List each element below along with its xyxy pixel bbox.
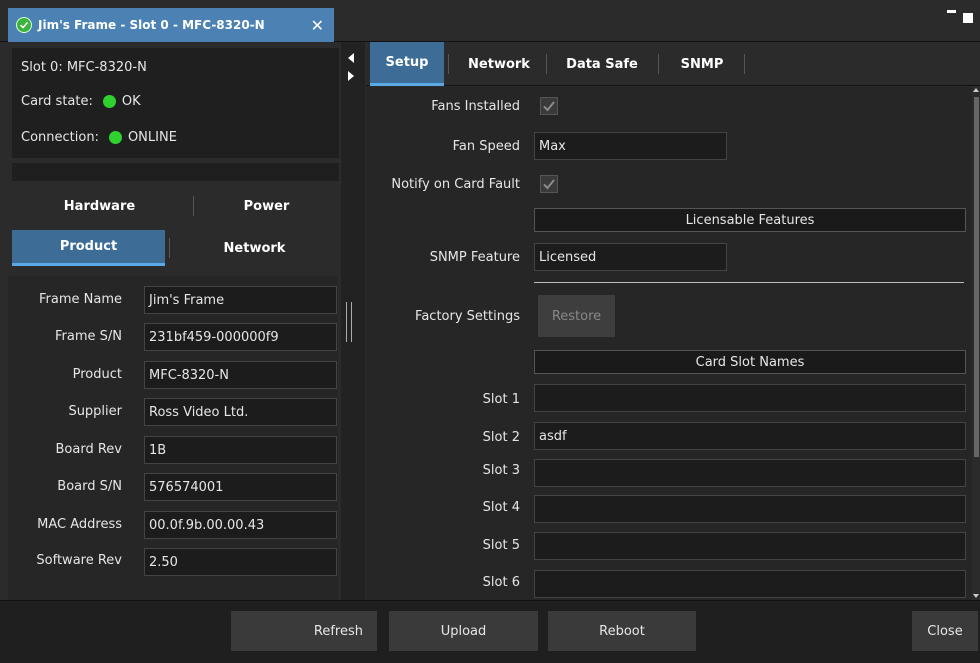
field-label: MAC Address — [37, 517, 122, 532]
restore-button[interactable]: Restore — [538, 295, 615, 337]
status-check-icon — [16, 17, 32, 33]
slot-5-field[interactable] — [534, 532, 966, 560]
fans-installed-label: Fans Installed — [431, 99, 520, 114]
slot-6-label: Slot 6 — [482, 575, 520, 590]
close-tab-icon[interactable]: ✕ — [311, 16, 324, 35]
connection-label: Connection: — [21, 130, 99, 145]
slot-4-label: Slot 4 — [482, 500, 520, 515]
tab-power[interactable]: Power — [195, 188, 338, 224]
refresh-button[interactable]: Refresh — [231, 611, 377, 651]
action-bar: Refresh Upload Reboot Close — [0, 600, 980, 663]
info-divider — [12, 163, 339, 181]
slot-2-field[interactable]: asdf — [534, 422, 966, 450]
splitter-grip[interactable] — [351, 302, 352, 342]
close-button[interactable]: Close — [912, 611, 978, 651]
card-state-led-icon — [102, 95, 116, 108]
product-fields-panel: Frame Name Jim's Frame Frame S/N 231bf45… — [8, 276, 338, 600]
frame-name-field[interactable]: Jim's Frame — [144, 286, 337, 314]
factory-settings-label: Factory Settings — [415, 309, 520, 324]
field-label: Supplier — [68, 404, 122, 419]
tab-data-safe[interactable]: Data Safe — [550, 42, 654, 86]
tab-separator — [193, 196, 194, 216]
snmp-feature-label: SNMP Feature — [429, 250, 520, 265]
collapse-left-icon[interactable] — [348, 53, 354, 63]
mac-address-field[interactable]: 00.0f.9b.00.00.43 — [144, 511, 337, 539]
slot-5-label: Slot 5 — [482, 538, 520, 553]
card-slot-names-header: Card Slot Names — [534, 350, 966, 374]
splitter-grip[interactable] — [346, 302, 347, 342]
licensable-features-header: Licensable Features — [534, 208, 966, 232]
scrollbar-thumb[interactable] — [974, 97, 979, 457]
snmp-feature-field[interactable]: Licensed — [534, 243, 727, 271]
connection-led-icon — [108, 131, 122, 144]
supplier-field[interactable]: Ross Video Ltd. — [144, 398, 337, 426]
board-sn-field[interactable]: 576574001 — [144, 473, 337, 501]
section-divider — [534, 282, 964, 283]
field-label: Frame Name — [39, 292, 122, 307]
field-label: Frame S/N — [55, 329, 122, 344]
expand-right-icon[interactable] — [348, 71, 354, 81]
slot-6-field[interactable] — [534, 570, 966, 598]
fans-installed-checkbox[interactable] — [540, 97, 558, 115]
minimize-icon[interactable] — [947, 10, 956, 13]
tab-product[interactable]: Product — [12, 230, 165, 266]
vertical-scrollbar[interactable] — [972, 87, 980, 600]
notify-card-fault-checkbox[interactable] — [540, 175, 558, 193]
tab-hardware[interactable]: Hardware — [12, 188, 187, 224]
tab-separator — [744, 54, 745, 74]
scroll-up-icon[interactable] — [973, 88, 979, 92]
checkmark-icon — [543, 179, 555, 190]
fan-speed-field[interactable]: Max — [534, 132, 727, 160]
field-label: Software Rev — [36, 553, 122, 568]
tab-separator — [448, 54, 449, 74]
maximize-icon[interactable] — [963, 13, 973, 23]
right-tab-bar: Setup Network Data Safe SNMP — [366, 42, 980, 86]
fan-speed-label: Fan Speed — [452, 139, 520, 154]
connection-line: Connection: ONLINE — [21, 130, 177, 145]
card-info-panel: Slot 0: MFC-8320-N Card state: OK Connec… — [12, 48, 339, 158]
tab-separator — [169, 238, 170, 258]
setup-panel: Fans Installed Fan Speed Max Notify on C… — [366, 87, 972, 600]
slot-line: Slot 0: MFC-8320-N — [21, 60, 147, 75]
field-label: Board S/N — [57, 479, 122, 494]
card-state-label: Card state: — [21, 94, 93, 109]
product-field[interactable]: MFC-8320-N — [144, 361, 337, 389]
slot-3-field[interactable] — [534, 459, 966, 487]
card-state-line: Card state: OK — [21, 94, 141, 109]
tab-network[interactable]: Network — [454, 42, 544, 86]
field-label: Board Rev — [55, 442, 122, 457]
document-tab[interactable]: Jim's Frame - Slot 0 - MFC-8320-N ✕ — [8, 8, 334, 42]
reboot-button[interactable]: Reboot — [548, 611, 696, 651]
slot-1-label: Slot 1 — [482, 392, 520, 407]
panel-splitter[interactable] — [341, 42, 365, 600]
card-state-value: OK — [121, 94, 141, 109]
tab-separator — [546, 54, 547, 74]
connection-value: ONLINE — [127, 130, 177, 145]
software-rev-field[interactable]: 2.50 — [144, 548, 337, 576]
field-label: Product — [72, 367, 122, 382]
document-tab-title: Jim's Frame - Slot 0 - MFC-8320-N — [38, 18, 265, 32]
window-titlebar: Jim's Frame - Slot 0 - MFC-8320-N ✕ — [0, 0, 980, 42]
notify-card-fault-label: Notify on Card Fault — [391, 177, 520, 192]
tab-snmp[interactable]: SNMP — [662, 42, 742, 86]
slot-text: Slot 0: MFC-8320-N — [21, 60, 147, 75]
upload-button[interactable]: Upload — [389, 611, 538, 651]
tab-separator — [658, 54, 659, 74]
board-rev-field[interactable]: 1B — [144, 436, 337, 464]
scroll-down-icon[interactable] — [973, 594, 979, 598]
slot-3-label: Slot 3 — [482, 463, 520, 478]
checkmark-icon — [543, 101, 555, 112]
tab-setup[interactable]: Setup — [370, 42, 444, 86]
slot-1-field[interactable] — [534, 384, 966, 412]
frame-sn-field[interactable]: 231bf459-000000f9 — [144, 323, 337, 351]
slot-2-label: Slot 2 — [482, 430, 520, 445]
tab-network-left[interactable]: Network — [171, 230, 338, 266]
slot-4-field[interactable] — [534, 495, 966, 523]
